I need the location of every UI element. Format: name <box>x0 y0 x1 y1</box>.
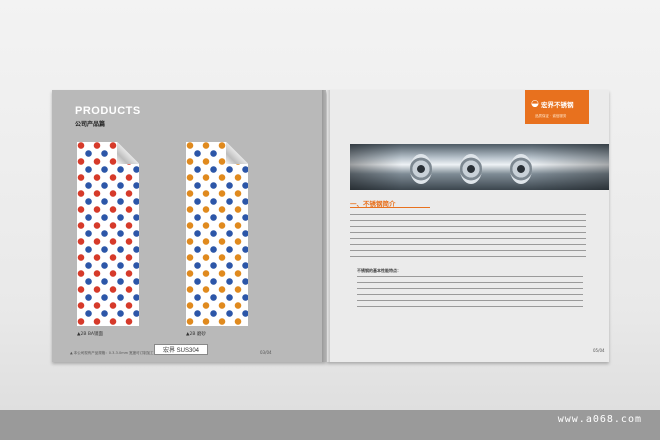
product-caption-2: ▲2B 磨砂 <box>186 332 206 337</box>
bullet-heading: 不锈钢的基本性能特点： <box>357 268 401 273</box>
background: PRODUCTS 公司产品篇 ▲2B BA镜面 ▲2B 磨砂 ▲ 本公司现有产品… <box>0 0 660 440</box>
product-caption-1: ▲2B BA镜面 <box>77 332 104 337</box>
products-subtitle: 公司产品篇 <box>75 121 106 128</box>
brochure-spine <box>322 90 330 362</box>
company-logo: ◒ 宏界不锈钢 品质保证 · 诚信服务 <box>525 90 589 124</box>
right-page-number: 05/04 <box>593 348 605 353</box>
site-watermark: www.a068.com <box>557 414 642 425</box>
steel-coil-photo <box>350 144 609 190</box>
body-paragraph <box>350 214 586 262</box>
section-divider <box>350 207 430 208</box>
product-sample-2 <box>186 142 248 326</box>
logo-slogan: 品质保证 · 诚信服务 <box>535 114 567 118</box>
logo-text: 宏界不锈钢 <box>541 101 574 109</box>
left-page-number: 03/04 <box>260 350 272 355</box>
logo-fan-icon: ◒ <box>531 99 539 109</box>
brand-badge: 宏界 SUS304 <box>154 344 208 355</box>
left-footer-note: ▲ 本公司现有产品规格：0.3-3.0mm 宽度可订制加工 <box>70 351 154 355</box>
coil-roll <box>510 154 532 184</box>
coil-roll <box>460 154 482 184</box>
products-title: PRODUCTS <box>75 105 141 117</box>
brochure-left-page: PRODUCTS 公司产品篇 ▲2B BA镜面 ▲2B 磨砂 ▲ 本公司现有产品… <box>52 90 326 362</box>
page-curl-icon <box>117 142 139 164</box>
coil-roll <box>410 154 432 184</box>
bullet-list <box>357 276 583 312</box>
brand-badge-label: 宏界 SUS304 <box>162 348 199 354</box>
product-sample-1 <box>77 142 139 326</box>
page-curl-icon <box>226 142 248 164</box>
brochure-right-page: ◒ 宏界不锈钢 品质保证 · 诚信服务 一、不锈钢简介 不锈钢的基本性能特点： … <box>327 90 609 362</box>
